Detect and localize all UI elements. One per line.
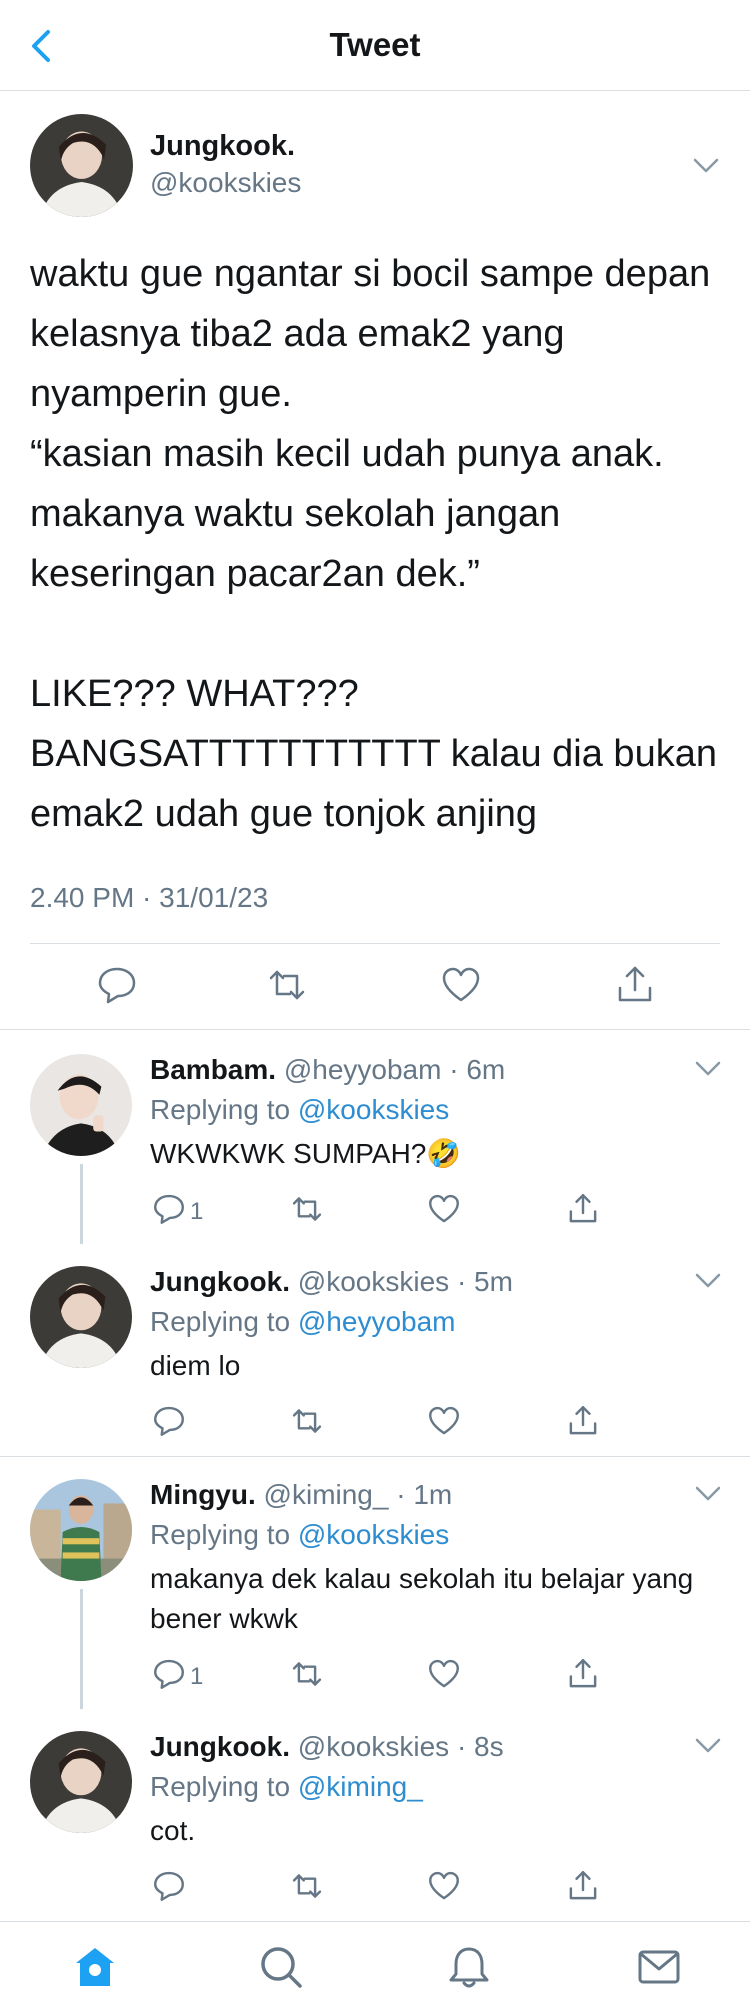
share-icon[interactable] xyxy=(614,964,656,1006)
share-icon[interactable] xyxy=(566,1657,600,1691)
replying-to: Replying to @kookskies xyxy=(150,1519,450,1550)
chevron-down-icon[interactable] xyxy=(694,1060,722,1078)
heart-icon[interactable] xyxy=(427,1192,461,1226)
replying-to: Replying to @kiming_ xyxy=(150,1771,423,1802)
author-handle[interactable]: @kookskies xyxy=(150,167,301,199)
mention-link[interactable]: @kookskies xyxy=(298,1519,449,1550)
mention-link[interactable]: @kiming_ xyxy=(298,1771,423,1802)
bell-icon[interactable] xyxy=(446,1944,492,1990)
mention-link[interactable]: @kookskies xyxy=(298,1094,449,1125)
author-meta: @heyyobam · 6m xyxy=(283,1054,506,1085)
reply-tweet[interactable]: Mingyu. @kiming_ · 1m Replying to @kooks… xyxy=(0,1457,750,1709)
retweet-icon[interactable] xyxy=(290,1657,324,1691)
avatar[interactable] xyxy=(30,114,133,217)
tweet-actions xyxy=(0,944,750,1030)
comment-icon[interactable] xyxy=(152,1657,186,1691)
retweet-icon[interactable] xyxy=(290,1192,324,1226)
heart-icon[interactable] xyxy=(427,1404,461,1438)
avatar[interactable] xyxy=(30,1266,132,1368)
heart-icon[interactable] xyxy=(427,1869,461,1903)
author-name[interactable]: Jungkook. xyxy=(150,130,295,163)
replying-to: Replying to @heyyobam xyxy=(150,1306,456,1337)
chevron-down-icon[interactable] xyxy=(694,1272,722,1290)
avatar[interactable] xyxy=(30,1731,132,1833)
author-name[interactable]: Jungkook. xyxy=(150,1731,290,1762)
share-icon[interactable] xyxy=(566,1192,600,1226)
reply-text: WKWKWK SUMPAH?🤣 xyxy=(150,1138,462,1169)
author-meta: @kookskies · 5m xyxy=(297,1266,513,1297)
reply-tweet[interactable]: Bambam. @heyyobam · 6m Replying to @kook… xyxy=(0,1032,750,1244)
page-title: Tweet xyxy=(329,26,421,63)
reply-count: 1 xyxy=(190,1663,204,1690)
author-name[interactable]: Bambam. xyxy=(150,1054,276,1085)
search-icon[interactable] xyxy=(258,1944,304,1990)
top-bar: Tweet xyxy=(0,0,750,91)
avatar[interactable] xyxy=(30,1054,132,1156)
home-icon[interactable] xyxy=(72,1944,118,1990)
chevron-down-icon[interactable] xyxy=(694,1737,722,1755)
thread-line xyxy=(80,1589,83,1709)
comment-icon[interactable] xyxy=(152,1869,186,1903)
share-icon[interactable] xyxy=(566,1404,600,1438)
author-name[interactable]: Jungkook. xyxy=(150,1266,290,1297)
reply-tweet[interactable]: Jungkook. @kookskies · 8s Replying to @k… xyxy=(0,1709,750,1919)
thread-line xyxy=(80,1164,83,1244)
reply-tweet[interactable]: Jungkook. @kookskies · 5m Replying to @h… xyxy=(0,1244,750,1456)
mention-link[interactable]: @heyyobam xyxy=(298,1306,456,1337)
main-tweet: Jungkook. @kookskies waktu gue ngantar s… xyxy=(0,92,750,1030)
heart-icon[interactable] xyxy=(440,964,482,1006)
mail-icon[interactable] xyxy=(636,1944,682,1990)
reply-text: makanya dek kalau sekolah itu belajar ya… xyxy=(150,1563,694,1634)
heart-icon[interactable] xyxy=(427,1657,461,1691)
retweet-icon[interactable] xyxy=(290,1404,324,1438)
replying-to: Replying to @kookskies xyxy=(150,1094,450,1125)
author-meta: @kiming_ · 1m xyxy=(263,1479,453,1510)
author-name[interactable]: Mingyu. xyxy=(150,1479,256,1510)
comment-icon[interactable] xyxy=(152,1404,186,1438)
share-icon[interactable] xyxy=(566,1869,600,1903)
bottom-tab-bar xyxy=(0,1921,750,2013)
comment-icon[interactable] xyxy=(152,1192,186,1226)
author-meta: @kookskies · 8s xyxy=(297,1731,504,1762)
comment-icon[interactable] xyxy=(96,964,138,1006)
chevron-down-icon[interactable] xyxy=(692,157,720,175)
reply-text: cot. xyxy=(150,1815,196,1846)
reply-count: 1 xyxy=(190,1198,204,1225)
retweet-icon[interactable] xyxy=(290,1869,324,1903)
tweet-timestamp: 2.40 PM · 31/01/23 xyxy=(30,882,269,913)
tweet-text: waktu gue ngantar si bocil sampe depan k… xyxy=(30,253,717,835)
reply-text: diem lo xyxy=(150,1350,241,1381)
retweet-icon[interactable] xyxy=(266,964,308,1006)
avatar[interactable] xyxy=(30,1479,132,1581)
chevron-down-icon[interactable] xyxy=(694,1485,722,1503)
